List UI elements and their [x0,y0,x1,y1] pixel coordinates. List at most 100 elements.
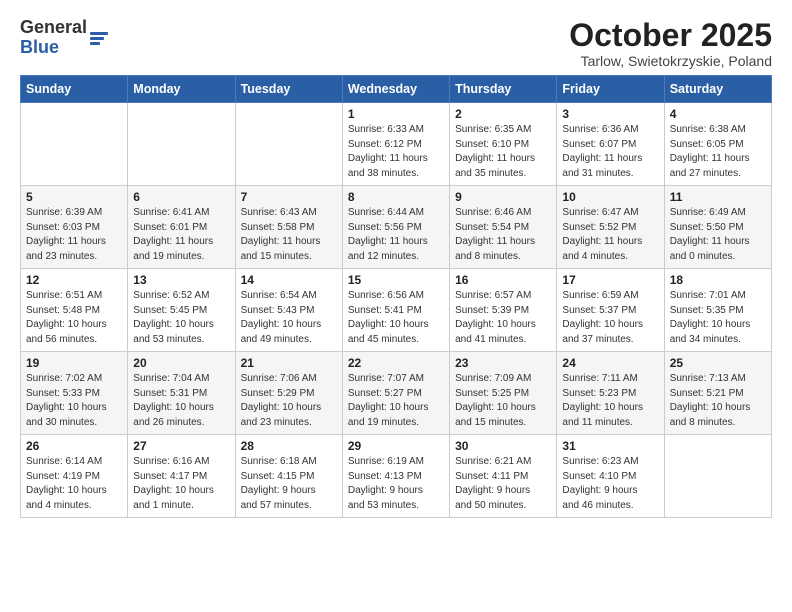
day-info: Sunrise: 6:44 AM Sunset: 5:56 PM Dayligh… [348,206,444,264]
day-number: 13 [133,273,229,287]
calendar-cell: 30Sunrise: 6:21 AM Sunset: 4:11 PM Dayli… [450,435,557,518]
page: General Blue October 2025 Tarlow, Swieto… [0,0,792,536]
calendar-cell: 20Sunrise: 7:04 AM Sunset: 5:31 PM Dayli… [128,352,235,435]
calendar-cell: 9 Sunrise: 6:46 AM Sunset: 5:54 PM Daylig… [450,186,557,269]
day-number: 17 [562,273,658,287]
day-info: Sunrise: 7:11 AM Sunset: 5:23 PM Dayligh… [562,372,658,430]
day-info: Sunrise: 6:43 AM Sunset: 5:58 PM Dayligh… [241,206,337,264]
day-number: 31 [562,439,658,453]
day-number: 20 [133,356,229,370]
day-info: Sunrise: 6:46 AM Sunset: 5:54 PM Dayligh… [455,206,551,264]
day-number: 8 [348,190,444,204]
day-info: Sunrise: 6:41 AM Sunset: 6:01 PM Dayligh… [133,206,229,264]
calendar-cell: 2 Sunrise: 6:35 AM Sunset: 6:10 PM Daylig… [450,103,557,186]
day-number: 15 [348,273,444,287]
day-info: Sunrise: 6:57 AM Sunset: 5:39 PM Dayligh… [455,289,551,347]
day-info: Sunrise: 6:23 AM Sunset: 4:10 PM Dayligh… [562,455,658,513]
day-number: 10 [562,190,658,204]
calendar-cell: 6 Sunrise: 6:41 AM Sunset: 6:01 PM Daylig… [128,186,235,269]
month-title: October 2025 [569,18,772,53]
day-info: Sunrise: 6:47 AM Sunset: 5:52 PM Dayligh… [562,206,658,264]
day-info: Sunrise: 6:39 AM Sunset: 6:03 PM Dayligh… [26,206,122,264]
calendar-cell: 8 Sunrise: 6:44 AM Sunset: 5:56 PM Daylig… [342,186,449,269]
day-number: 1 [348,107,444,121]
day-number: 3 [562,107,658,121]
day-info: Sunrise: 7:02 AM Sunset: 5:33 PM Dayligh… [26,372,122,430]
calendar-cell: 26 Sunrise: 6:14 AM Sunset: 4:19 PM Dayli… [21,435,128,518]
day-number: 22 [348,356,444,370]
day-number: 30 [455,439,551,453]
calendar-cell [128,103,235,186]
calendar-cell: 4Sunrise: 6:38 AM Sunset: 6:05 PM Daylig… [664,103,771,186]
weekday-header: Thursday [450,76,557,103]
day-info: Sunrise: 7:06 AM Sunset: 5:29 PM Dayligh… [241,372,337,430]
day-info: Sunrise: 6:35 AM Sunset: 6:10 PM Dayligh… [455,123,551,181]
day-number: 28 [241,439,337,453]
day-info: Sunrise: 6:51 AM Sunset: 5:48 PM Dayligh… [26,289,122,347]
calendar-cell: 13 Sunrise: 6:52 AM Sunset: 5:45 PM Dayli… [128,269,235,352]
day-info: Sunrise: 6:38 AM Sunset: 6:05 PM Dayligh… [670,123,766,181]
calendar-cell [21,103,128,186]
day-number: 7 [241,190,337,204]
calendar-cell: 17 Sunrise: 6:59 AM Sunset: 5:37 PM Dayli… [557,269,664,352]
calendar-week-row: 1Sunrise: 6:33 AM Sunset: 6:12 PM Daylig… [21,103,772,186]
day-number: 12 [26,273,122,287]
calendar-cell: 14Sunrise: 6:54 AM Sunset: 5:43 PM Dayli… [235,269,342,352]
day-info: Sunrise: 6:59 AM Sunset: 5:37 PM Dayligh… [562,289,658,347]
calendar-cell: 19Sunrise: 7:02 AM Sunset: 5:33 PM Dayli… [21,352,128,435]
title-block: October 2025 Tarlow, Swietokrzyskie, Pol… [569,18,772,69]
day-number: 23 [455,356,551,370]
weekday-header: Wednesday [342,76,449,103]
day-number: 6 [133,190,229,204]
weekday-header: Monday [128,76,235,103]
day-info: Sunrise: 6:16 AM Sunset: 4:17 PM Dayligh… [133,455,229,513]
day-info: Sunrise: 7:07 AM Sunset: 5:27 PM Dayligh… [348,372,444,430]
calendar-cell: 29 Sunrise: 6:19 AM Sunset: 4:13 PM Dayli… [342,435,449,518]
calendar-cell: 11Sunrise: 6:49 AM Sunset: 5:50 PM Dayli… [664,186,771,269]
calendar-cell: 28Sunrise: 6:18 AM Sunset: 4:15 PM Dayli… [235,435,342,518]
weekday-header: Tuesday [235,76,342,103]
day-number: 2 [455,107,551,121]
calendar-cell: 7 Sunrise: 6:43 AM Sunset: 5:58 PM Daylig… [235,186,342,269]
location: Tarlow, Swietokrzyskie, Poland [569,53,772,69]
calendar-cell: 22 Sunrise: 7:07 AM Sunset: 5:27 PM Dayli… [342,352,449,435]
calendar-cell: 16 Sunrise: 6:57 AM Sunset: 5:39 PM Dayli… [450,269,557,352]
calendar-cell: 12 Sunrise: 6:51 AM Sunset: 5:48 PM Dayli… [21,269,128,352]
logo-blue: Blue [20,37,59,57]
day-number: 24 [562,356,658,370]
calendar-cell: 5 Sunrise: 6:39 AM Sunset: 6:03 PM Daylig… [21,186,128,269]
logo-decoration [90,32,108,45]
day-info: Sunrise: 6:36 AM Sunset: 6:07 PM Dayligh… [562,123,658,181]
day-number: 26 [26,439,122,453]
calendar-week-row: 12 Sunrise: 6:51 AM Sunset: 5:48 PM Dayli… [21,269,772,352]
calendar-cell: 27Sunrise: 6:16 AM Sunset: 4:17 PM Dayli… [128,435,235,518]
calendar-cell: 24 Sunrise: 7:11 AM Sunset: 5:23 PM Dayli… [557,352,664,435]
day-info: Sunrise: 6:52 AM Sunset: 5:45 PM Dayligh… [133,289,229,347]
day-info: Sunrise: 6:14 AM Sunset: 4:19 PM Dayligh… [26,455,122,513]
day-number: 18 [670,273,766,287]
calendar-week-row: 5 Sunrise: 6:39 AM Sunset: 6:03 PM Daylig… [21,186,772,269]
calendar-cell: 10 Sunrise: 6:47 AM Sunset: 5:52 PM Dayli… [557,186,664,269]
day-info: Sunrise: 7:09 AM Sunset: 5:25 PM Dayligh… [455,372,551,430]
day-number: 14 [241,273,337,287]
calendar-cell: 3 Sunrise: 6:36 AM Sunset: 6:07 PM Daylig… [557,103,664,186]
day-number: 29 [348,439,444,453]
calendar-cell: 25 Sunrise: 7:13 AM Sunset: 5:21 PM Dayli… [664,352,771,435]
day-info: Sunrise: 7:01 AM Sunset: 5:35 PM Dayligh… [670,289,766,347]
day-number: 5 [26,190,122,204]
day-number: 11 [670,190,766,204]
calendar-cell [664,435,771,518]
weekday-header: Saturday [664,76,771,103]
day-number: 9 [455,190,551,204]
weekday-header: Friday [557,76,664,103]
logo-general: General [20,17,87,37]
day-info: Sunrise: 6:19 AM Sunset: 4:13 PM Dayligh… [348,455,444,513]
day-info: Sunrise: 7:13 AM Sunset: 5:21 PM Dayligh… [670,372,766,430]
day-number: 25 [670,356,766,370]
weekday-header: Sunday [21,76,128,103]
calendar-week-row: 19Sunrise: 7:02 AM Sunset: 5:33 PM Dayli… [21,352,772,435]
day-number: 16 [455,273,551,287]
calendar-cell: 31 Sunrise: 6:23 AM Sunset: 4:10 PM Dayli… [557,435,664,518]
calendar-cell: 21Sunrise: 7:06 AM Sunset: 5:29 PM Dayli… [235,352,342,435]
logo: General Blue [20,18,108,58]
